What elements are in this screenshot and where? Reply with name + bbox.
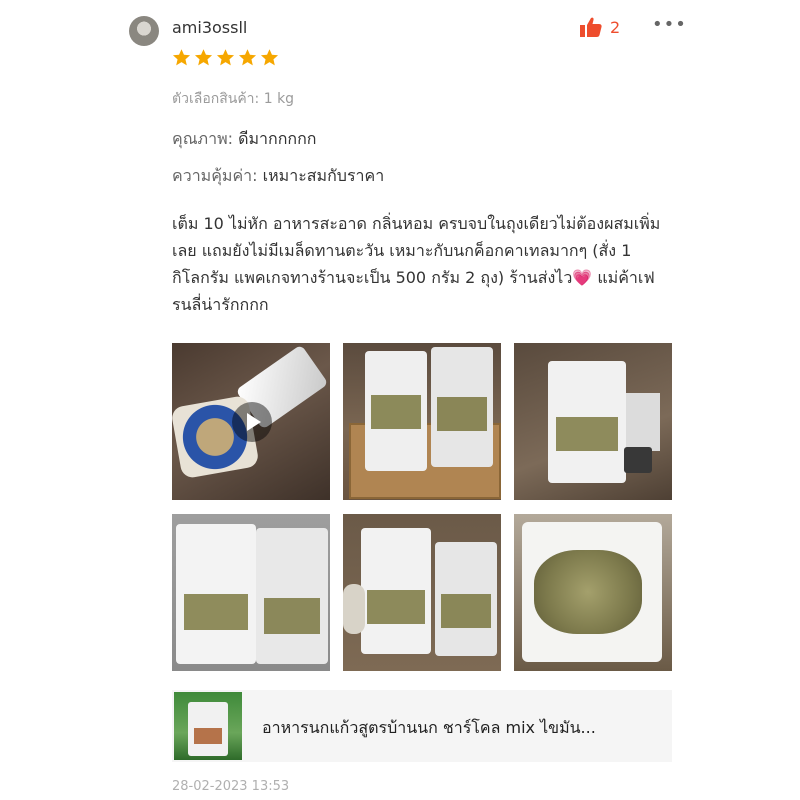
bag-photo: [256, 528, 328, 664]
quality-value: ดีมากกกกก: [238, 129, 317, 148]
more-dots-icon[interactable]: •••: [652, 14, 687, 35]
quality-attribute: คุณภาพ: ดีมากกกกก: [172, 127, 316, 152]
bag-photo: [626, 393, 660, 451]
bag-photo: [176, 524, 256, 664]
review-text: เต็ม 10 ไม่หัก อาหารสะอาด กลิ่นหอม ครบจบ…: [172, 210, 672, 318]
value-label: ความคุ้มค่า:: [172, 166, 258, 185]
star-icon: [238, 49, 257, 66]
bag-photo: [435, 542, 497, 656]
product-card[interactable]: อาหารนกแก้วสูตรบ้านนก ชาร์โคล mix ไขมัน.…: [172, 690, 672, 762]
heart-emoji: 💗: [572, 268, 593, 287]
review-photo-5[interactable]: [343, 514, 501, 671]
review-date: 28-02-2023 13:53: [172, 779, 290, 794]
like-count: 2: [610, 17, 621, 37]
value-attribute: ความคุ้มค่า: เหมาะสมกับราคา: [172, 164, 384, 189]
product-thumbnail: [174, 692, 242, 760]
review-photo-6[interactable]: [514, 514, 672, 671]
review-photo-2[interactable]: [343, 343, 501, 500]
value-value: เหมาะสมกับราคา: [262, 166, 385, 185]
star-icon: [260, 49, 279, 66]
bag-photo: [548, 361, 626, 483]
variant-label: ตัวเลือกสินค้า: 1 kg: [172, 91, 295, 107]
open-bag-photo: [522, 522, 662, 662]
rating-stars: [172, 48, 279, 67]
product-title[interactable]: อาหารนกแก้วสูตรบ้านนก ชาร์โคล mix ไขมัน.…: [262, 716, 596, 741]
star-icon: [216, 49, 235, 66]
reviewer-username[interactable]: ami3ossll: [172, 18, 247, 37]
review-photo-4[interactable]: [172, 514, 330, 671]
like-button[interactable]: 2: [580, 17, 620, 37]
bag-photo: [361, 528, 431, 654]
review-video[interactable]: [172, 343, 330, 500]
star-icon: [172, 49, 191, 66]
star-icon: [194, 49, 213, 66]
quality-label: คุณภาพ:: [172, 129, 234, 148]
bird-photo: [343, 584, 365, 634]
sample-pack-photo: [624, 447, 652, 473]
avatar[interactable]: [129, 16, 159, 46]
play-icon[interactable]: [232, 402, 272, 442]
bag-photo: [365, 351, 427, 471]
thumbs-up-icon: [580, 17, 602, 37]
review-photo-3[interactable]: [514, 343, 672, 500]
bag-photo: [431, 347, 493, 467]
